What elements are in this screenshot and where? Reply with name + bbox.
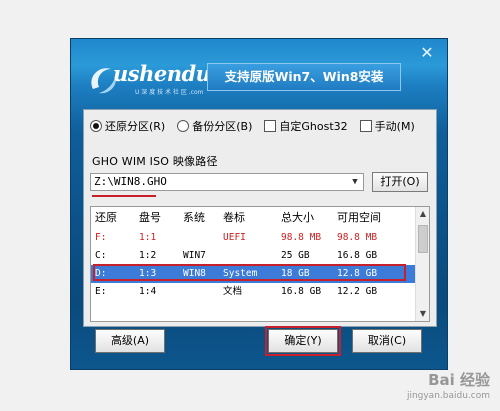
open-button[interactable]: 打开(O): [372, 172, 428, 192]
cell-drive: F:: [95, 232, 107, 243]
red-underline-annotation: [92, 195, 156, 197]
table-row[interactable]: E: 1:4 文档 16.8 GB 12.2 GB: [91, 283, 415, 301]
table-scrollbar[interactable]: ▲ ▼: [415, 207, 429, 321]
header-total-size: 总大小: [281, 211, 314, 224]
close-button[interactable]: ✕: [417, 43, 437, 63]
baidu-jingyan-watermark: Bai 经验 jingyan.baidu.com: [407, 369, 490, 401]
cell-label: 文档: [223, 286, 243, 297]
cell-free: 12.8 GB: [337, 268, 378, 279]
cell-disk: 1:2: [139, 250, 157, 261]
restore-label: 还原分区(R): [105, 120, 166, 133]
cell-disk: 1:4: [139, 286, 157, 297]
custom-ghost32-checkbox[interactable]: [264, 120, 277, 132]
table-header: 还原 盘号 系统 卷标 总大小 可用空间: [91, 209, 415, 227]
chevron-down-icon[interactable]: ▼: [349, 174, 361, 190]
custom-ghost32-label: 自定Ghost32: [279, 120, 348, 133]
mode-options: 还原分区(R) 备份分区(B) 自定Ghost32 手动(M): [90, 118, 427, 134]
backup-radio[interactable]: [177, 120, 190, 132]
cell-drive: C:: [95, 250, 107, 261]
scrollbar-thumb[interactable]: [418, 225, 428, 253]
cancel-button[interactable]: 取消(C): [352, 329, 422, 353]
table-row[interactable]: F: 1:1 UEFI 98.8 MB 98.8 MB: [91, 229, 415, 247]
cell-total: 98.8 MB: [281, 232, 322, 243]
ushendu-logo: ushendu U 深 度 技 术 社 区 .com: [85, 59, 215, 103]
table-row[interactable]: C: 1:2 WIN7 25 GB 16.8 GB: [91, 247, 415, 265]
header-free-space: 可用空间: [337, 211, 381, 224]
advanced-button[interactable]: 高级(A): [95, 329, 165, 353]
table-row-selected[interactable]: D: 1:3 WIN8 System 18 GB 12.8 GB: [91, 265, 415, 283]
image-path-combobox[interactable]: Z:\WIN8.GHO ▼: [90, 173, 364, 191]
manual-checkbox[interactable]: [359, 120, 372, 132]
cell-system: WIN7: [183, 250, 206, 261]
cell-system: [183, 283, 221, 301]
title-banner: 支持原版Win7、Win8安装: [207, 63, 401, 91]
scroll-down-arrow-icon[interactable]: ▼: [416, 307, 430, 321]
cell-disk: 1:1: [139, 232, 157, 243]
partition-table: 还原 盘号 系统 卷标 总大小 可用空间 F: 1:1 UEFI 98.8 MB…: [90, 206, 430, 322]
cell-total: 18 GB: [281, 268, 310, 279]
header-restore: 还原: [95, 211, 117, 224]
cell-label: System: [223, 268, 258, 279]
backup-partition-option[interactable]: 备份分区(B): [177, 118, 252, 134]
cell-total: 25 GB: [281, 250, 310, 261]
scroll-up-arrow-icon[interactable]: ▲: [416, 207, 430, 221]
header-disk-number: 盘号: [139, 211, 161, 224]
cell-free: 98.8 MB: [337, 232, 378, 243]
cell-system: [183, 229, 221, 247]
watermark-main: Bai 经验: [428, 371, 490, 389]
ok-button[interactable]: 确定(Y): [265, 326, 341, 356]
ghost-installer-window: ✕ ushendu U 深 度 技 术 社 区 .com 支持原版Win7、Wi…: [70, 38, 448, 370]
manual-label: 手动(M): [374, 120, 415, 133]
logo-text: ushendu: [113, 61, 211, 86]
restore-partition-option[interactable]: 还原分区(R): [90, 118, 165, 134]
cell-total: 16.8 GB: [281, 286, 322, 297]
watermark-sub: jingyan.baidu.com: [406, 391, 490, 401]
cell-free: 12.2 GB: [337, 286, 378, 297]
manual-option[interactable]: 手动(M): [359, 118, 415, 134]
cell-label: UEFI: [223, 232, 246, 243]
cell-disk: 1:3: [139, 268, 157, 279]
backup-label: 备份分区(B): [192, 120, 253, 133]
header-volume-label: 卷标: [223, 211, 245, 224]
image-path-value: Z:\WIN8.GHO: [94, 175, 167, 188]
cell-free: 16.8 GB: [337, 250, 378, 261]
restore-radio[interactable]: [90, 120, 102, 132]
image-path-label: GHO WIM ISO 映像路径: [92, 155, 218, 168]
cell-drive: D:: [95, 268, 107, 279]
cell-label: [223, 247, 279, 265]
cell-system: WIN8: [183, 268, 206, 279]
custom-ghost32-option[interactable]: 自定Ghost32: [264, 118, 348, 134]
logo-subtext: U 深 度 技 术 社 区 .com: [135, 89, 204, 96]
cell-drive: E:: [95, 286, 107, 297]
main-panel: 还原分区(R) 备份分区(B) 自定Ghost32 手动(M) GHO WIM …: [83, 109, 437, 327]
header-system: 系统: [183, 211, 205, 224]
